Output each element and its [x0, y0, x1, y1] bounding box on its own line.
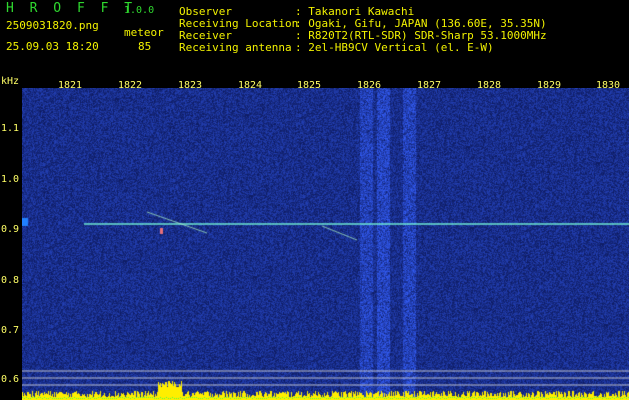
app-version: 1.0.0 [124, 5, 155, 16]
y-tick-label: 0.6 [1, 374, 20, 385]
meteor-label: meteor [124, 26, 164, 39]
meteor-count: 85 [138, 40, 152, 53]
info-value-antenna: : 2el-HB9CV Vertical (el. E-W) [295, 41, 494, 54]
header-panel: H R O F F T 1.0.0 2509031820.png meteor … [0, 0, 629, 78]
spectrogram-area [22, 88, 629, 400]
y-unit-label: kHz [1, 76, 20, 87]
file-name: 2509031820.png [6, 19, 99, 32]
info-key-antenna: Receiving antenna [179, 41, 292, 54]
y-tick-label: 1.1 [1, 123, 20, 134]
y-tick-label: 0.8 [1, 275, 20, 286]
app-title: H R O F F T [6, 1, 137, 16]
y-tick-label: 1.0 [1, 174, 20, 185]
file-datetime: 25.09.03 18:20 [6, 40, 99, 53]
spectrogram-canvas [22, 88, 629, 400]
y-tick-label: 0.9 [1, 224, 20, 235]
y-tick-label: 0.7 [1, 325, 20, 336]
